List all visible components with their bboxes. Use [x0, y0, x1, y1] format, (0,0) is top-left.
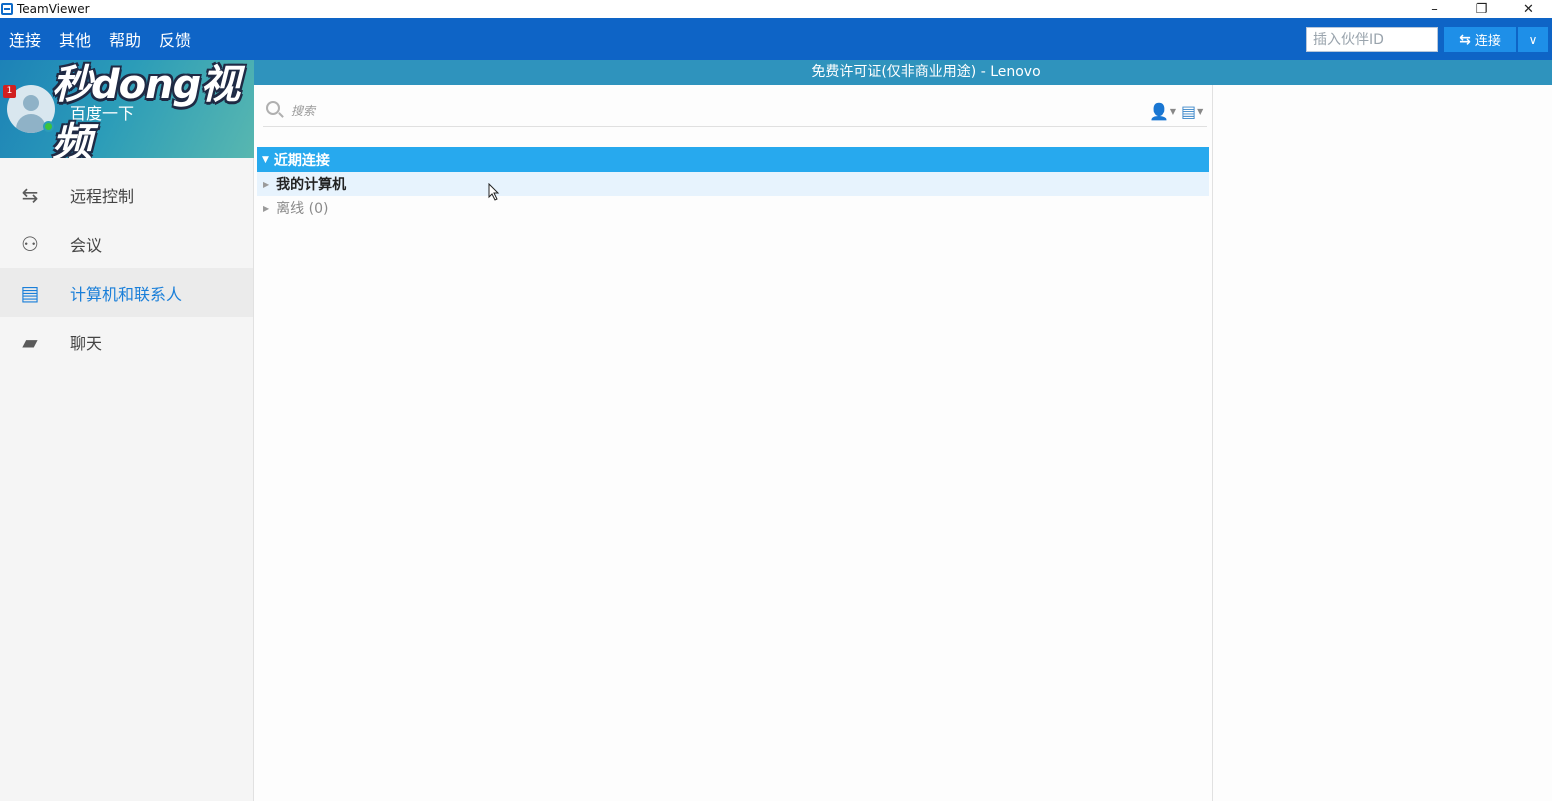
window-controls: – ❐ ✕ [1411, 0, 1552, 18]
partner-id-input[interactable] [1306, 27, 1438, 52]
avatar-body-icon [16, 114, 46, 133]
chat-icon: ▰ [22, 329, 38, 354]
arrows-icon: ⇆ [21, 182, 39, 207]
sidebar-item-label: 聊天 [70, 333, 103, 353]
menu-extras[interactable]: 其他 [50, 27, 100, 51]
sidebar-item-contacts[interactable]: ▤ 计算机和联系人 [0, 268, 253, 317]
search-bar: 👤▼ ▤▼ [263, 95, 1207, 127]
search-input[interactable] [291, 101, 1111, 121]
search-icon [266, 101, 280, 115]
contacts-icon: ▤ [20, 280, 40, 305]
sidebar-item-label: 会议 [70, 235, 103, 255]
contacts-tree: ▼ 近期连接 ▶ 我的计算机 ▶ 离线 (0) [257, 147, 1209, 220]
sidebar-item-chat[interactable]: ▰ 聊天 [0, 317, 253, 366]
mouse-cursor-icon [488, 183, 500, 201]
teamviewer-logo-icon [1, 3, 13, 15]
menu-help[interactable]: 帮助 [100, 27, 150, 51]
menu-connect[interactable]: 连接 [0, 27, 50, 51]
notification-badge: 1 [3, 85, 16, 98]
sidebar-item-meeting[interactable]: ⚇ 会议 [0, 219, 253, 268]
add-user-icon: 👤 [1149, 101, 1169, 121]
main-menu: 连接 其他 帮助 反馈 [0, 18, 200, 60]
group-label: 近期连接 [273, 152, 330, 169]
list-view-icon: ▤ [1181, 101, 1197, 121]
sidebar: ⇆ 远程控制 ⚇ 会议 ▤ 计算机和联系人 ▰ 聊天 [0, 158, 254, 801]
sidebar-item-label: 计算机和联系人 [70, 284, 183, 304]
title-bar: TeamViewer – ❐ ✕ [0, 0, 1552, 18]
main-panel: 👤▼ ▤▼ ▼ 近期连接 ▶ 我的计算机 ▶ 离线 (0) [255, 85, 1213, 801]
watermark-logo: 秒dong视频 [52, 62, 240, 158]
collapsed-triangle-icon[interactable]: ▶ [263, 180, 269, 189]
tree-row-label: 离线 (0) [276, 201, 329, 217]
restore-button[interactable]: ❐ [1458, 0, 1505, 18]
connect-arrows-icon: ⇆ [1459, 31, 1471, 48]
add-contact-button[interactable]: 👤 ▼ [1149, 101, 1177, 121]
sidebar-item-remote-control[interactable]: ⇆ 远程控制 [0, 170, 253, 219]
expanded-triangle-icon: ▼ [262, 154, 269, 165]
chevron-down-icon: ▼ [1169, 106, 1177, 116]
connect-button[interactable]: ⇆ 连接 [1444, 27, 1516, 52]
tree-row-label: 我的计算机 [276, 177, 347, 193]
tree-row-my-computers[interactable]: ▶ 我的计算机 [257, 172, 1209, 196]
view-options-button[interactable]: ▤ ▼ [1181, 101, 1207, 121]
chevron-down-icon: ▼ [1197, 106, 1204, 116]
menu-feedback[interactable]: 反馈 [150, 27, 200, 51]
close-button[interactable]: ✕ [1505, 0, 1552, 18]
connect-button-label: 连接 [1474, 34, 1501, 49]
avatar-head-icon [23, 95, 39, 111]
group-recent-connections[interactable]: ▼ 近期连接 [257, 147, 1209, 172]
connect-dropdown-button[interactable]: ∨ [1518, 27, 1548, 52]
profile-header[interactable]: 1 百度一下 秒dong视频 [0, 60, 254, 158]
chevron-down-icon: ∨ [1528, 32, 1538, 47]
meeting-icon: ⚇ [21, 231, 39, 256]
collapsed-triangle-icon[interactable]: ▶ [263, 204, 269, 213]
minimize-button[interactable]: – [1411, 0, 1458, 18]
sidebar-item-label: 远程控制 [70, 186, 135, 206]
tree-row-offline[interactable]: ▶ 离线 (0) [257, 196, 1209, 220]
window-title: TeamViewer [17, 2, 90, 16]
